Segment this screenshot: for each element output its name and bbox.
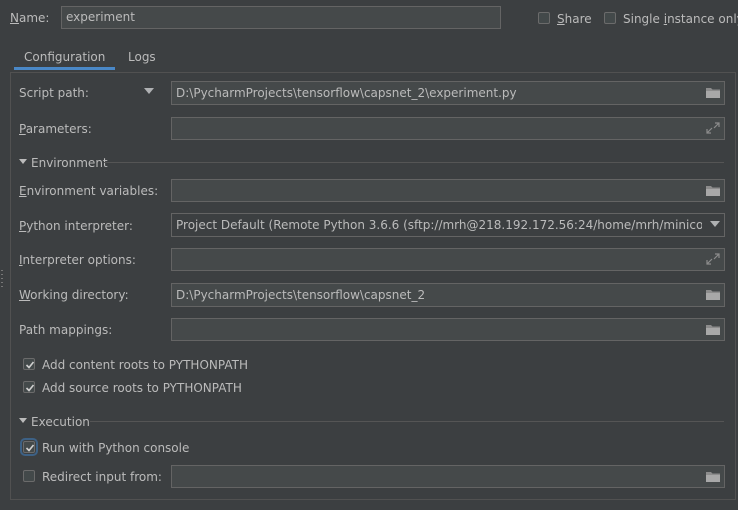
checkmark-icon: [25, 384, 35, 392]
working-dir-label: Working directory:: [19, 288, 129, 302]
interpreter-options-field[interactable]: [171, 248, 725, 271]
folder-icon[interactable]: [705, 183, 721, 197]
redirect-input-label: Redirect input from:: [42, 470, 162, 484]
interpreter-label: Python interpreter:: [19, 219, 133, 233]
path-mappings-field[interactable]: [171, 318, 725, 341]
add-source-roots-checkbox[interactable]: [23, 381, 35, 393]
tab-configuration[interactable]: Configuration: [14, 44, 116, 70]
execution-section-title: Execution: [31, 415, 90, 429]
environment-separator: [104, 162, 724, 163]
expand-icon[interactable]: [705, 121, 721, 135]
env-vars-field[interactable]: [171, 179, 725, 202]
folder-icon[interactable]: [705, 85, 721, 99]
name-label: Name:: [10, 11, 50, 25]
single-instance-checkbox[interactable]: [604, 12, 616, 24]
add-content-roots-label: Add content roots to PYTHONPATH: [42, 358, 248, 372]
execution-collapse-icon[interactable]: [19, 418, 27, 423]
share-checkbox[interactable]: [538, 12, 550, 24]
script-path-field[interactable]: D:\PycharmProjects\tensorflow\capsnet_2\…: [171, 81, 725, 105]
checkmark-icon: [25, 361, 35, 369]
script-path-label: Script path:: [19, 86, 89, 100]
resize-handle[interactable]: [0, 268, 4, 290]
parameters-label: Parameters:: [19, 122, 92, 136]
path-mappings-label: Path mappings:: [19, 323, 113, 337]
checkmark-icon: [25, 444, 35, 452]
expand-icon[interactable]: [705, 252, 721, 266]
redirect-input-checkbox[interactable]: [23, 470, 35, 482]
share-label: Share: [557, 12, 592, 26]
redirect-input-field[interactable]: [171, 465, 725, 488]
interpreter-options-label: Interpreter options:: [19, 253, 136, 267]
run-console-checkbox[interactable]: [20, 438, 38, 456]
chevron-down-icon[interactable]: [710, 221, 720, 227]
execution-separator: [90, 421, 724, 422]
working-dir-field[interactable]: D:\PycharmProjects\tensorflow\capsnet_2: [171, 283, 725, 307]
tab-logs[interactable]: Logs: [118, 44, 166, 70]
name-input[interactable]: experiment: [61, 6, 501, 29]
folder-icon[interactable]: [705, 287, 721, 301]
environment-collapse-icon[interactable]: [19, 159, 27, 164]
folder-icon[interactable]: [705, 322, 721, 336]
add-content-roots-checkbox[interactable]: [23, 358, 35, 370]
parameters-field[interactable]: [171, 117, 725, 140]
folder-icon[interactable]: [705, 469, 721, 483]
script-path-dropdown-arrow-icon[interactable]: [144, 88, 154, 94]
interpreter-select[interactable]: Project Default (Remote Python 3.6.6 (sf…: [171, 213, 725, 237]
add-source-roots-label: Add source roots to PYTHONPATH: [42, 381, 242, 395]
run-console-label: Run with Python console: [42, 441, 190, 455]
env-vars-label: Environment variables:: [19, 184, 159, 198]
environment-section-title: Environment: [31, 156, 108, 170]
single-instance-label: Single instance only: [623, 12, 738, 26]
